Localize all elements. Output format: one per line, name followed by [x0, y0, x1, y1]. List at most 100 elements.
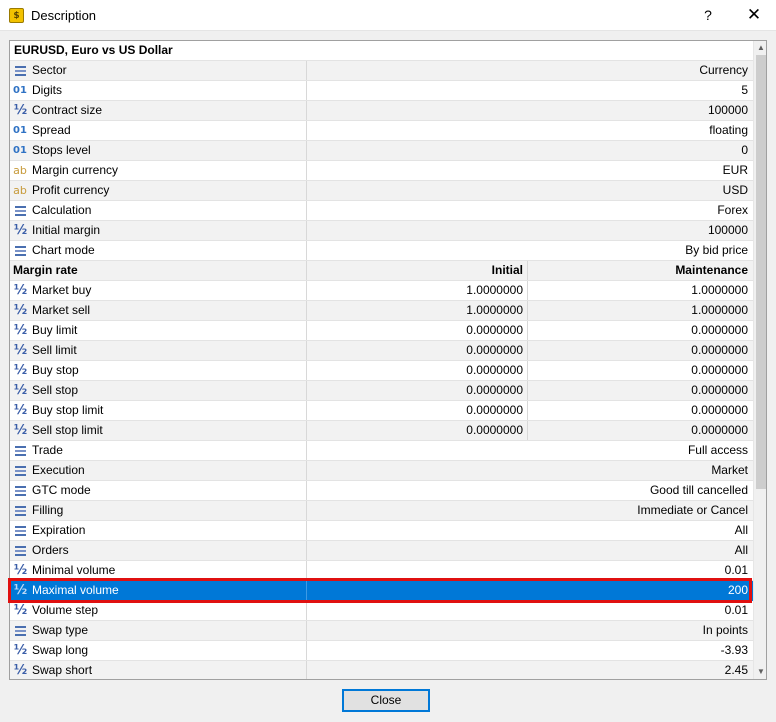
- fraction-icon: ½: [13, 323, 27, 338]
- property-row[interactable]: ½ Contract size 100000: [10, 101, 753, 121]
- symbol-title-row[interactable]: EURUSD, Euro vs US Dollar: [10, 41, 753, 61]
- margin-rate-name-cell: ½ Market sell: [10, 301, 307, 320]
- property-value: Immediate or Cancel: [637, 503, 748, 517]
- property-row[interactable]: 01 Digits 5: [10, 81, 753, 101]
- property-value: Full access: [687, 443, 748, 457]
- initial-value: 1.0000000: [307, 281, 528, 300]
- margin-rate-header[interactable]: Margin rate Initial Maintenance: [10, 261, 753, 281]
- help-button[interactable]: ?: [694, 4, 722, 26]
- list-icon: [13, 524, 27, 538]
- fraction-icon: ½: [13, 223, 27, 238]
- digits-icon: 01: [13, 125, 27, 136]
- title-bar: $ Description ? ✕: [0, 0, 776, 31]
- property-value: floating: [709, 123, 748, 137]
- property-name-cell: Execution: [10, 461, 307, 480]
- property-name-cell: ½ Minimal volume: [10, 561, 307, 580]
- list-icon: [13, 244, 27, 258]
- margin-rate-row[interactable]: ½ Sell limit 0.0000000 0.0000000: [10, 341, 753, 361]
- scroll-up-arrow-icon[interactable]: ▲: [754, 41, 766, 55]
- property-row[interactable]: Filling Immediate or Cancel: [10, 501, 753, 521]
- property-value: Good till cancelled: [649, 483, 748, 497]
- fraction-icon: ½: [13, 603, 27, 618]
- digits-icon: 01: [13, 145, 27, 156]
- initial-value: 0.0000000: [307, 341, 528, 360]
- property-value: In points: [702, 623, 748, 637]
- property-name: Chart mode: [32, 243, 95, 257]
- close-button[interactable]: Close: [342, 689, 430, 712]
- list-icon: [13, 444, 27, 458]
- margin-rate-row[interactable]: ½ Sell stop limit 0.0000000 0.0000000: [10, 421, 753, 441]
- app-icon: $: [9, 8, 24, 23]
- property-row[interactable]: Orders All: [10, 541, 753, 561]
- maintenance-column-header: Maintenance: [675, 263, 748, 277]
- margin-rate-row[interactable]: ½ Sell stop 0.0000000 0.0000000: [10, 381, 753, 401]
- margin-rate-name-cell: ½ Sell stop limit: [10, 421, 307, 440]
- property-name-cell: Filling: [10, 501, 307, 520]
- margin-rate-name: Market sell: [32, 303, 91, 317]
- scroll-down-arrow-icon[interactable]: ▼: [754, 665, 766, 679]
- property-row[interactable]: Swap type In points: [10, 621, 753, 641]
- property-row[interactable]: ab Margin currency EUR: [10, 161, 753, 181]
- property-row[interactable]: ½ Swap short 2.45: [10, 661, 753, 679]
- property-value: 2.45: [724, 663, 748, 677]
- margin-rate-row[interactable]: ½ Market sell 1.0000000 1.0000000: [10, 301, 753, 321]
- property-value: 100000: [707, 103, 748, 117]
- margin-rate-name-cell: ½ Market buy: [10, 281, 307, 300]
- close-window-button[interactable]: ✕: [738, 4, 770, 26]
- property-row[interactable]: Chart mode By bid price: [10, 241, 753, 261]
- scrollbar-thumb[interactable]: [756, 55, 766, 489]
- property-name: Trade: [32, 443, 63, 457]
- property-name-cell: ½ Swap long: [10, 641, 307, 660]
- fraction-icon: ½: [13, 363, 27, 378]
- properties-grid: EURUSD, Euro vs US Dollar Sector Currency 0…: [10, 41, 753, 679]
- vertical-scrollbar[interactable]: ▲ ▼: [753, 41, 766, 679]
- property-name: Sector: [32, 63, 67, 77]
- initial-value: 0.0000000: [307, 321, 528, 340]
- property-value: All: [734, 543, 748, 557]
- property-name: Maximal volume: [32, 583, 119, 597]
- property-name-cell: Expiration: [10, 521, 307, 540]
- margin-rate-name-cell: ½ Buy stop: [10, 361, 307, 380]
- property-name-cell: 01 Digits: [10, 81, 307, 100]
- property-row[interactable]: ½ Maximal volume 200: [10, 581, 753, 601]
- property-row[interactable]: ab Profit currency USD: [10, 181, 753, 201]
- property-row[interactable]: GTC mode Good till cancelled: [10, 481, 753, 501]
- property-name-cell: ab Profit currency: [10, 181, 307, 200]
- property-row[interactable]: ½ Minimal volume 0.01: [10, 561, 753, 581]
- property-row[interactable]: Expiration All: [10, 521, 753, 541]
- margin-rate-row[interactable]: ½ Buy stop limit 0.0000000 0.0000000: [10, 401, 753, 421]
- property-name-cell: ½ Contract size: [10, 101, 307, 120]
- property-row[interactable]: Trade Full access: [10, 441, 753, 461]
- fraction-icon: ½: [13, 403, 27, 418]
- property-name: Volume step: [32, 603, 99, 617]
- margin-rate-row[interactable]: ½ Buy stop 0.0000000 0.0000000: [10, 361, 753, 381]
- property-value: -3.93: [720, 643, 748, 657]
- property-row[interactable]: Sector Currency: [10, 61, 753, 81]
- margin-rate-name-cell: ½ Sell stop: [10, 381, 307, 400]
- property-value: 200: [727, 583, 748, 597]
- property-row[interactable]: ½ Volume step 0.01: [10, 601, 753, 621]
- property-name: Filling: [32, 503, 64, 517]
- margin-rate-row[interactable]: ½ Buy limit 0.0000000 0.0000000: [10, 321, 753, 341]
- property-value: 0.01: [724, 563, 748, 577]
- property-row[interactable]: Execution Market: [10, 461, 753, 481]
- property-name-cell: Trade: [10, 441, 307, 460]
- initial-value: 0.0000000: [307, 381, 528, 400]
- property-row[interactable]: ½ Initial margin 100000: [10, 221, 753, 241]
- property-name: Margin currency: [32, 163, 119, 177]
- window-title: Description: [31, 8, 97, 23]
- property-name-cell: Sector: [10, 61, 307, 80]
- list-icon: [13, 544, 27, 558]
- property-value: By bid price: [685, 243, 748, 257]
- margin-rate-row[interactable]: ½ Market buy 1.0000000 1.0000000: [10, 281, 753, 301]
- property-row[interactable]: ½ Swap long -3.93: [10, 641, 753, 661]
- property-row[interactable]: Calculation Forex: [10, 201, 753, 221]
- property-name: GTC mode: [32, 483, 91, 497]
- maintenance-value: 0.0000000: [691, 383, 748, 397]
- property-name-cell: 01 Stops level: [10, 141, 307, 160]
- list-icon: [13, 484, 27, 498]
- fraction-icon: ½: [13, 343, 27, 358]
- property-row[interactable]: 01 Spread floating: [10, 121, 753, 141]
- property-value: 0.01: [724, 603, 748, 617]
- property-row[interactable]: 01 Stops level 0: [10, 141, 753, 161]
